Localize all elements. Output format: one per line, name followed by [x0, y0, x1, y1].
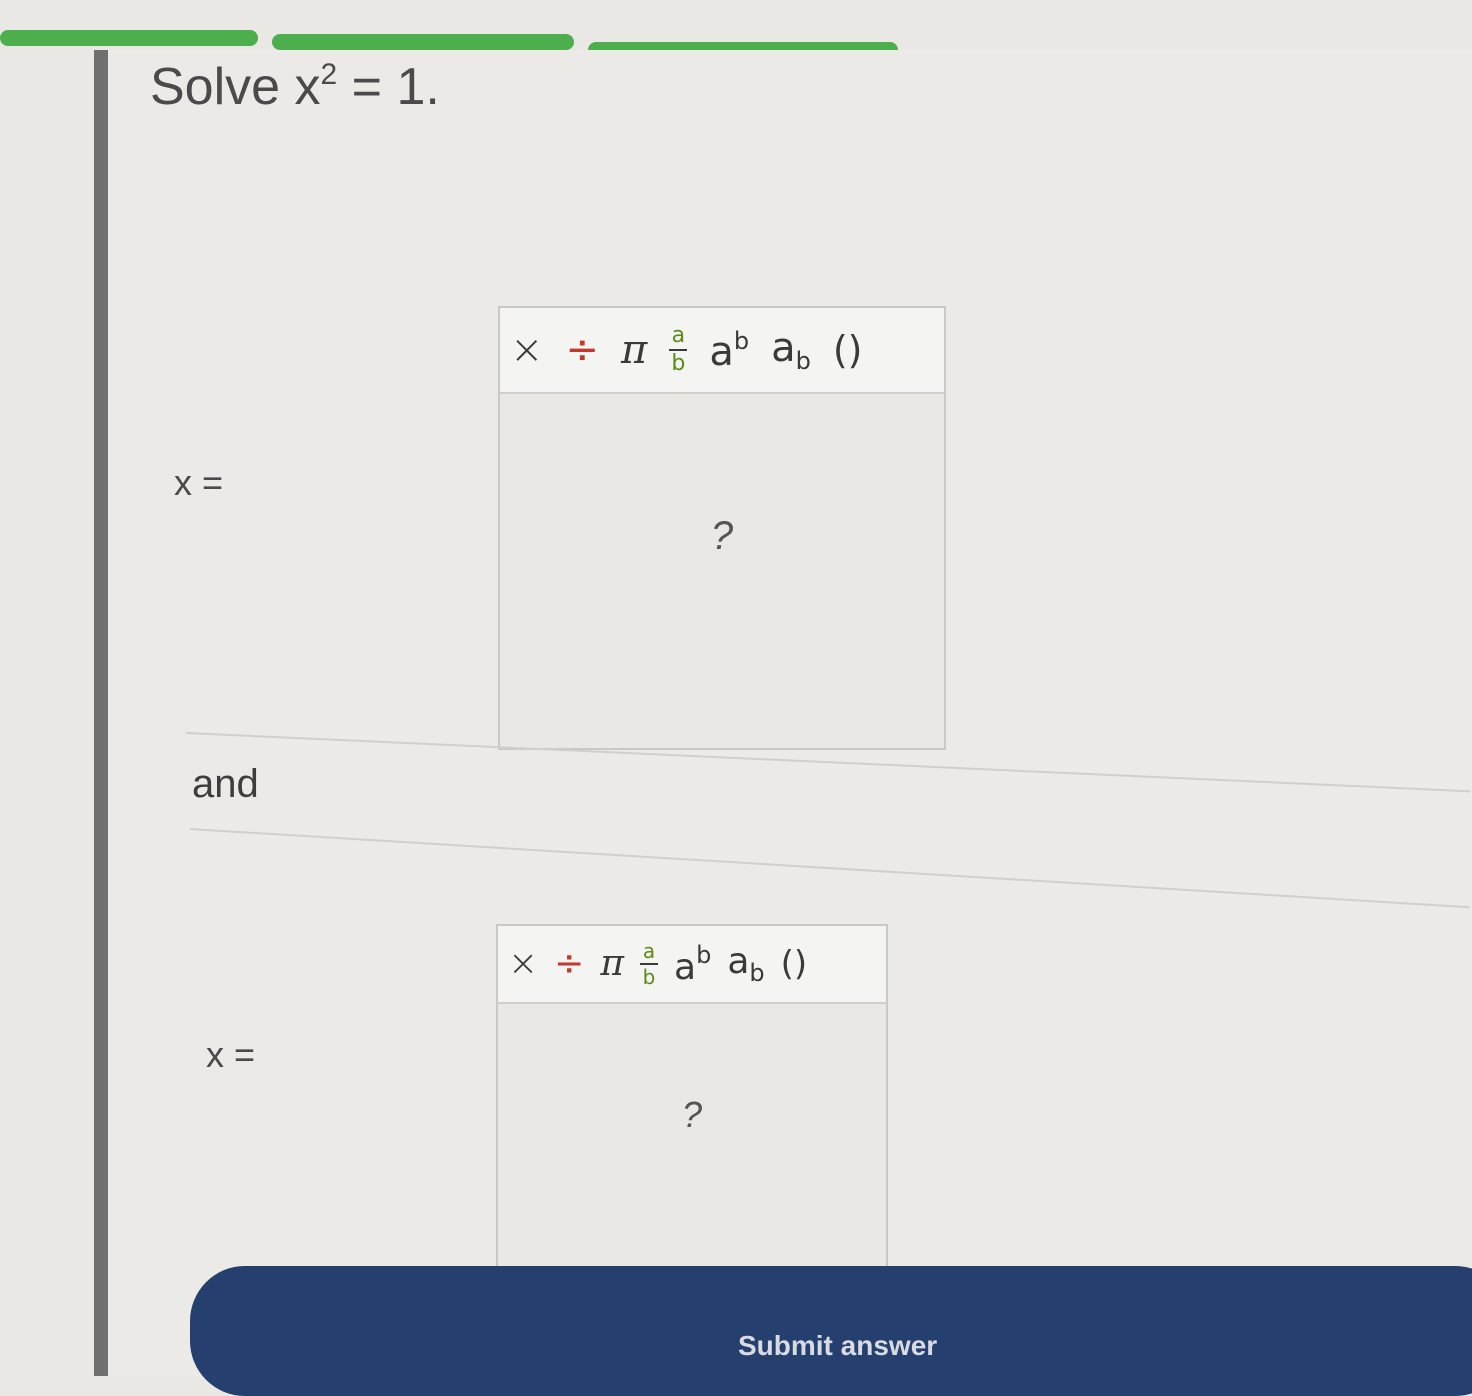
question-equation-rest: = 1.	[351, 58, 440, 116]
progress-segment-1	[0, 30, 258, 46]
answer-2-label: x =	[206, 1034, 256, 1075]
subscript-base: a	[727, 940, 750, 982]
times-button[interactable]: ×	[510, 330, 544, 370]
question-prefix: Solve	[150, 58, 281, 116]
exponent-button[interactable]: ab	[674, 943, 711, 986]
exponent-base: a	[709, 328, 734, 375]
answer-2-box[interactable]: × ÷ π a b ab ab () ?	[496, 924, 888, 1280]
answer-1-box[interactable]: × ÷ π a b ab ab () ?	[498, 306, 946, 750]
divide-button[interactable]: ÷	[566, 330, 600, 370]
progress-segment-2	[272, 34, 574, 50]
answer-1-input[interactable]: ?	[500, 394, 944, 748]
fraction-button[interactable]: a b	[640, 939, 659, 989]
subscript-button[interactable]: ab	[727, 940, 765, 987]
parentheses-button[interactable]: ()	[781, 947, 808, 981]
question-exponent: 2	[320, 58, 338, 91]
left-accent-rule	[94, 50, 108, 1376]
pi-button[interactable]: π	[600, 946, 624, 982]
fraction-denominator: b	[671, 351, 686, 376]
subscript-index: b	[749, 958, 765, 987]
fraction-button[interactable]: a b	[669, 323, 688, 376]
fraction-numerator: a	[671, 323, 686, 348]
answer-2-toolbar: × ÷ π a b ab ab ()	[498, 926, 886, 1004]
exponent-power: b	[696, 940, 712, 969]
answer-1-placeholder: ?	[710, 514, 734, 558]
question-text: Solve x2 = 1.	[150, 58, 440, 116]
subscript-index: b	[795, 346, 811, 375]
exponent-power: b	[733, 326, 750, 355]
parentheses-button[interactable]: ()	[833, 331, 863, 369]
submit-answer-label: Submit answer	[738, 1330, 938, 1361]
answer-1-toolbar: × ÷ π a b ab ab ()	[500, 308, 944, 394]
pi-button[interactable]: π	[621, 330, 647, 370]
subscript-base: a	[771, 324, 796, 371]
fraction-denominator: b	[642, 965, 656, 989]
divide-button[interactable]: ÷	[554, 946, 584, 982]
and-separator: and	[192, 762, 259, 806]
subscript-button[interactable]: ab	[771, 328, 811, 373]
exponent-button[interactable]: ab	[709, 329, 749, 372]
times-button[interactable]: ×	[508, 946, 538, 982]
answer-2-input[interactable]: ?	[498, 1004, 886, 1278]
exponent-base: a	[674, 946, 697, 988]
answer-1-label: x =	[174, 462, 224, 503]
question-variable: x	[294, 58, 321, 116]
fraction-numerator: a	[642, 939, 656, 963]
answer-2-placeholder: ?	[681, 1094, 703, 1135]
